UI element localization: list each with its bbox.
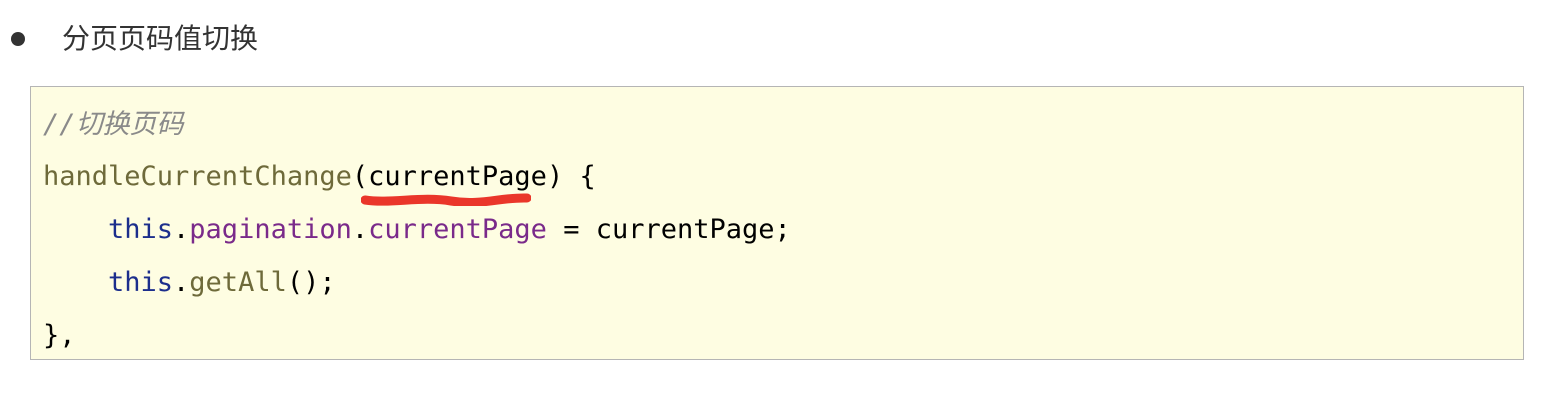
this-keyword: this [108, 267, 174, 298]
dot: . [173, 214, 190, 245]
function-name: handleCurrentChange [43, 161, 352, 192]
function-parameter: currentPage [368, 161, 547, 192]
call-tail: (); [286, 267, 336, 298]
method-get-all: getAll [189, 267, 287, 298]
signature-tail: ) { [546, 161, 596, 192]
bullet-dot-icon [11, 32, 25, 46]
property-current-page: currentPage [368, 214, 547, 245]
code-line-method-call: this.getAll(); [108, 265, 336, 301]
code-line-function-signature: handleCurrentChange(currentPage) { [43, 159, 596, 195]
bullet-item: 分页页码值切换 [0, 18, 1565, 62]
closing-brace: }, [43, 320, 76, 351]
assignment-tail: = currentPage; [546, 214, 791, 245]
this-keyword: this [108, 214, 174, 245]
code-line-assignment: this.pagination.currentPage = currentPag… [108, 212, 791, 248]
red-highlight-underline-mark [361, 193, 531, 206]
code-comment: //切换页码 [43, 109, 184, 140]
code-line-closing-brace: }, [43, 318, 76, 354]
code-line-comment: //切换页码 [43, 107, 184, 143]
dot: . [351, 214, 369, 245]
dot: . [173, 267, 190, 298]
code-block: //切换页码 handleCurrentChange(currentPage) … [30, 86, 1524, 360]
open-paren: ( [351, 161, 369, 192]
bullet-text: 分页页码值切换 [62, 22, 259, 55]
property-pagination: pagination [189, 214, 352, 245]
